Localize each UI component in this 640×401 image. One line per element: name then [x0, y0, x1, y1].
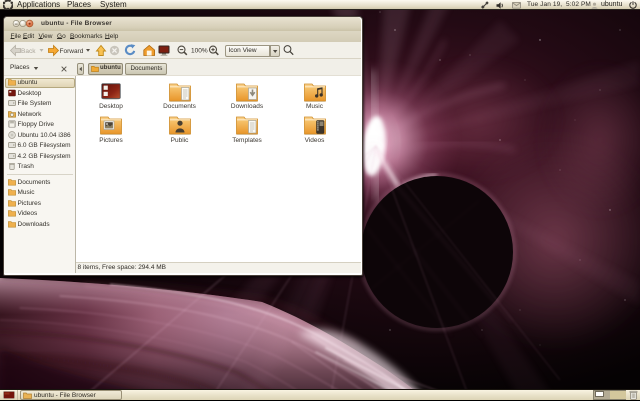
- svg-text:Forward: Forward: [60, 48, 84, 55]
- svg-text:Back: Back: [21, 48, 36, 55]
- svg-text:100%: 100%: [191, 48, 208, 55]
